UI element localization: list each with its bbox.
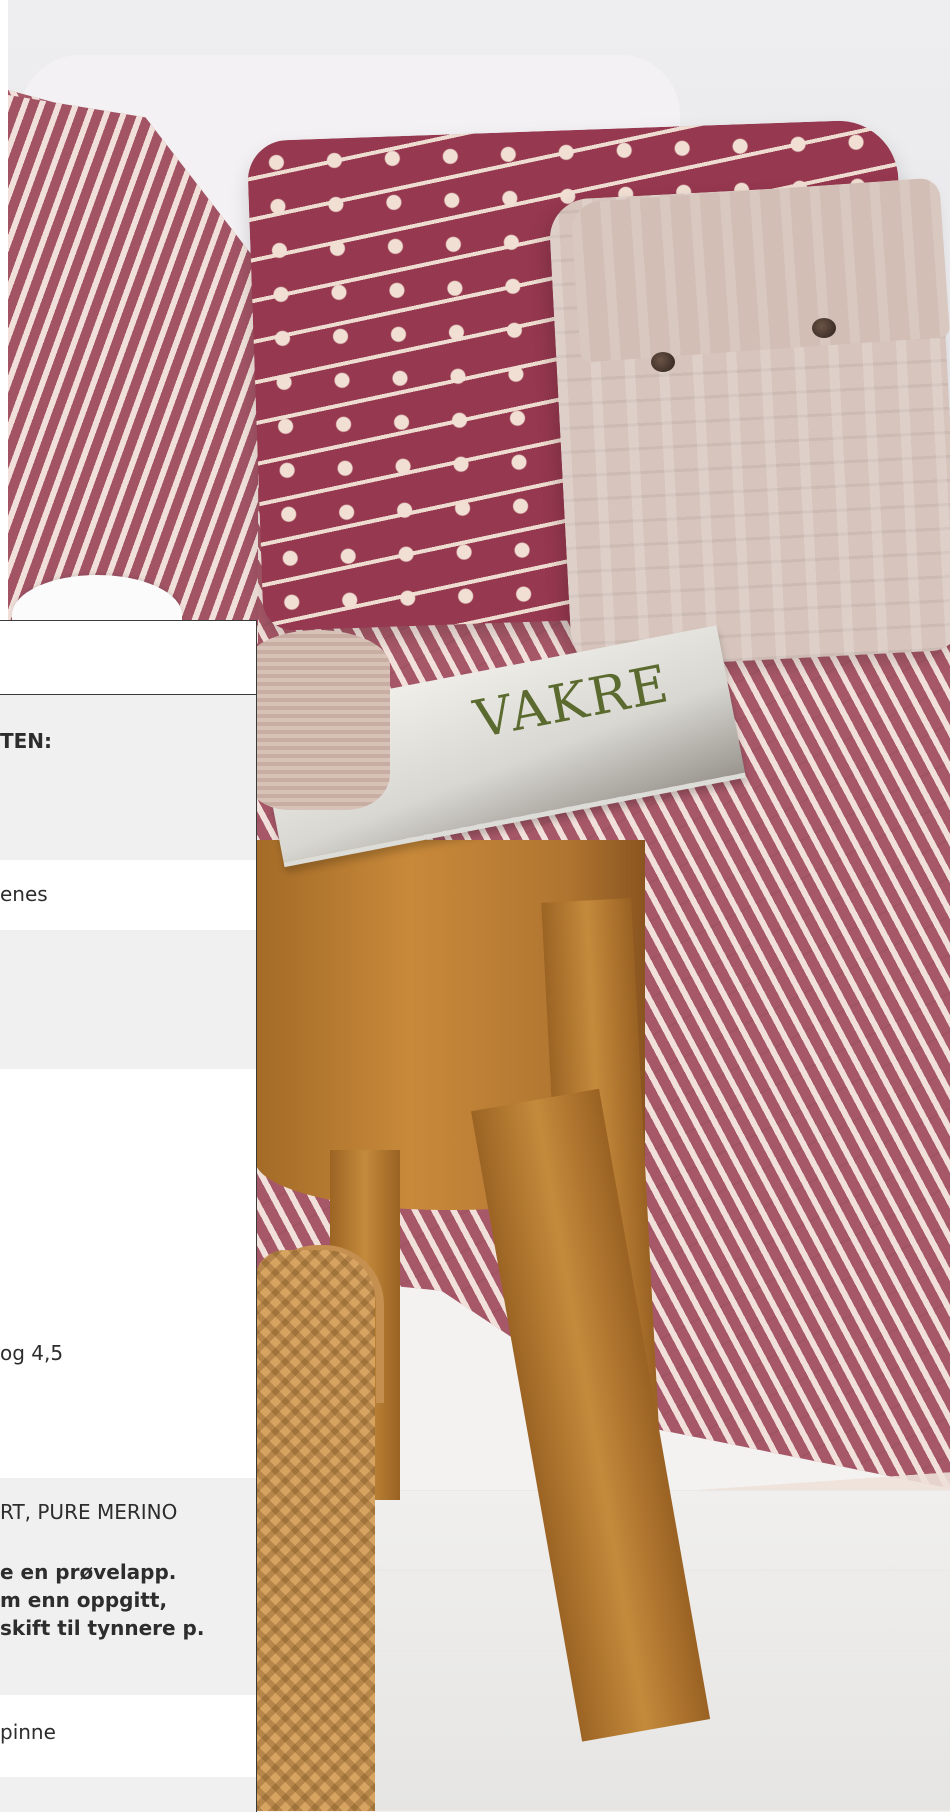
pillow-button — [812, 318, 836, 338]
panel-header — [0, 621, 256, 694]
cable-knit-pillow-flap — [569, 177, 950, 363]
crochet-basket — [245, 630, 390, 810]
info-row-gauge: RT, PURE MERINO e en prøvelapp. m enn op… — [0, 1478, 256, 1695]
info-row-sizes: enes — [0, 860, 256, 930]
info-row-next — [0, 1777, 256, 1812]
info-row-note-line: skift til tynnere p. — [0, 1616, 205, 1640]
info-row-text: enes — [0, 882, 48, 906]
info-row-accessories: pinne — [0, 1695, 256, 1777]
info-row-note-line: e en prøvelapp. — [0, 1560, 177, 1584]
info-row-note-line: m enn oppgitt, — [0, 1588, 168, 1612]
info-row-heading: TEN: — [0, 729, 53, 753]
info-row-text: RT, PURE MERINO — [0, 1500, 178, 1524]
info-row-text: og 4,5 — [0, 1341, 64, 1365]
info-row-text: pinne — [0, 1720, 56, 1744]
pillow-button — [651, 352, 675, 372]
pattern-info-panel: TEN: enes og 4,5 RT, PURE MERINO e en pr… — [0, 620, 257, 1812]
wicker-basket — [255, 1250, 375, 1811]
info-row-measurements — [0, 930, 256, 1069]
magazine-masthead: VAKRE — [469, 653, 675, 751]
info-row-materials: TEN: — [0, 695, 256, 860]
info-row-needles: og 4,5 — [0, 1069, 256, 1478]
